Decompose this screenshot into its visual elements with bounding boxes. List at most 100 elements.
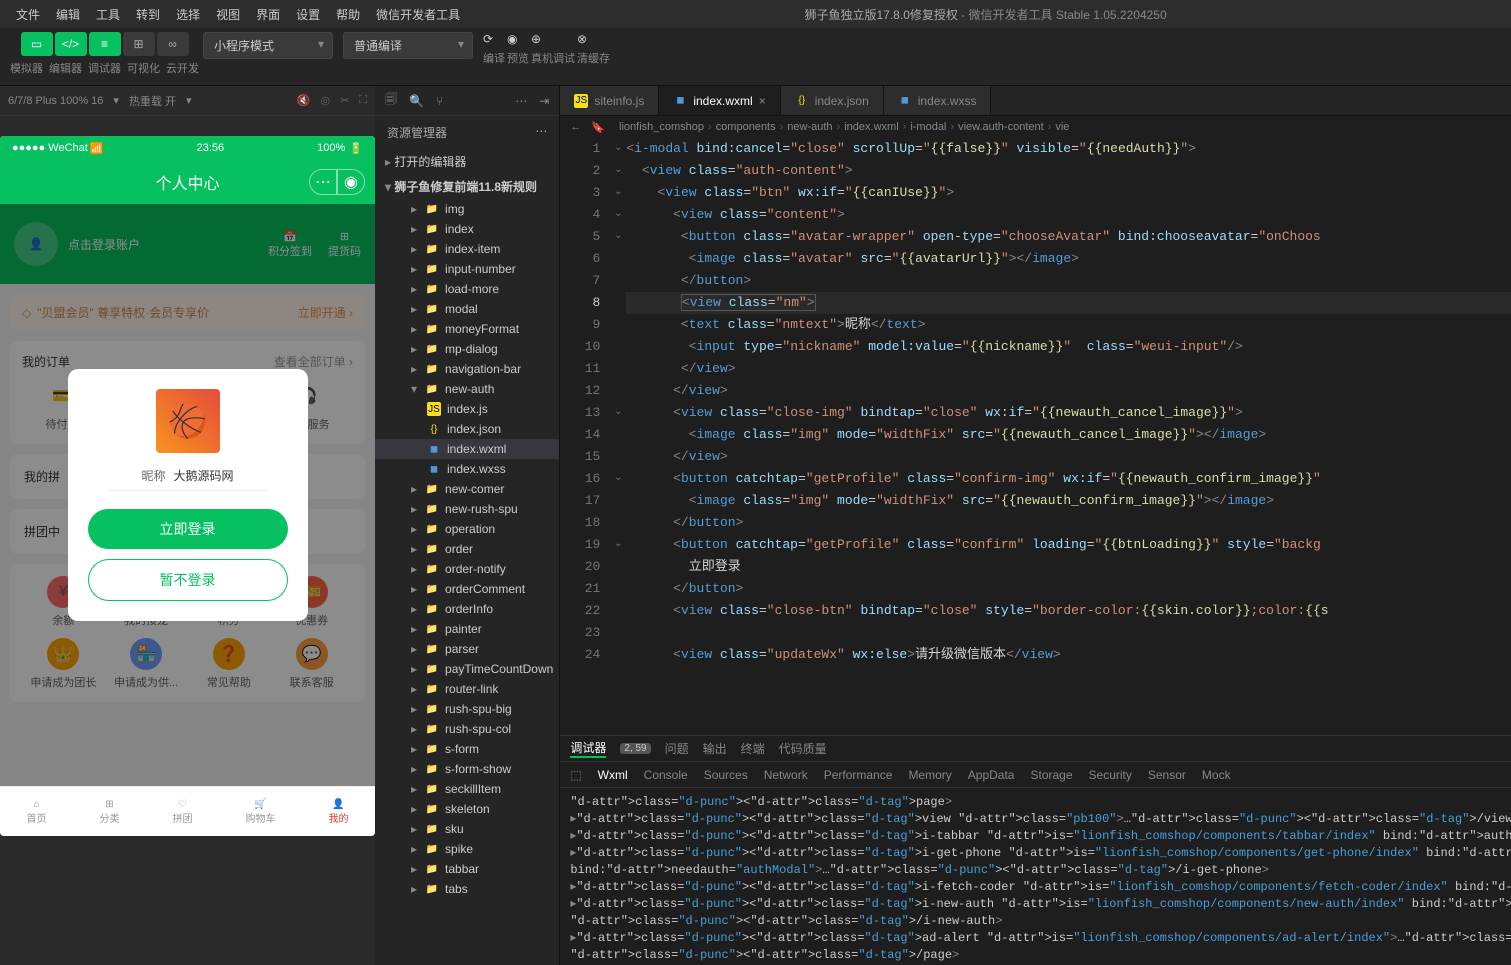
breadcrumb-item[interactable]: new-auth — [787, 121, 832, 133]
tool-appdata[interactable]: AppData — [968, 768, 1015, 782]
login-now-button[interactable]: 立即登录 — [88, 509, 288, 549]
menu-tools[interactable]: 工具 — [88, 6, 128, 23]
file-index.js[interactable]: JSindex.js — [375, 399, 559, 419]
simulator-toggle[interactable]: ▭ — [21, 32, 53, 56]
tool-mock[interactable]: Mock — [1202, 768, 1231, 782]
sim-mute-icon[interactable]: 🔇 — [297, 94, 311, 107]
tool-storage[interactable]: Storage — [1030, 768, 1072, 782]
folder-new-comer[interactable]: 📁new-comer — [375, 479, 559, 499]
mode-select[interactable]: 小程序模式 — [203, 32, 333, 59]
menu-select[interactable]: 选择 — [168, 6, 208, 23]
menu-interface[interactable]: 界面 — [248, 6, 288, 23]
explorer-menu-icon[interactable]: ⋯ — [535, 124, 547, 141]
sim-expand-icon[interactable]: ⛶ — [359, 94, 367, 107]
compile-button[interactable]: ⟳ — [483, 32, 505, 46]
menu-wxdevtools[interactable]: 微信开发者工具 — [368, 6, 468, 23]
folder-rush-spu-big[interactable]: 📁rush-spu-big — [375, 699, 559, 719]
folder-skeleton[interactable]: 📁skeleton — [375, 799, 559, 819]
folder-new-auth[interactable]: 📁new-auth — [375, 379, 559, 399]
sim-record-icon[interactable]: ◎ — [320, 94, 330, 107]
breadcrumb-item[interactable]: index.wxml — [844, 121, 898, 133]
cloud-toggle[interactable]: ∞ — [157, 32, 189, 56]
tab-me[interactable]: 👤我的 — [329, 799, 349, 825]
preview-button[interactable]: ◉ — [507, 32, 529, 46]
tab-cart[interactable]: 🛒购物车 — [246, 799, 276, 825]
explorer-branch-icon[interactable]: ⑂ — [436, 94, 443, 108]
folder-index-item[interactable]: 📁index-item — [375, 239, 559, 259]
tool-console[interactable]: Console — [644, 768, 688, 782]
menu-view[interactable]: 视图 — [208, 6, 248, 23]
folder-painter[interactable]: 📁painter — [375, 619, 559, 639]
folder-order-notify[interactable]: 📁order-notify — [375, 559, 559, 579]
tab-index.wxss[interactable]: ◼index.wxss — [884, 86, 992, 115]
tab-home[interactable]: ⌂首页 — [27, 799, 47, 825]
breadcrumb-item[interactable]: components — [716, 121, 776, 133]
folder-parser[interactable]: 📁parser — [375, 639, 559, 659]
debugger-toggle[interactable]: ≡ — [89, 32, 121, 56]
device-info[interactable]: 6/7/8 Plus 100% 16 — [8, 95, 103, 107]
tab-group[interactable]: ♡拼团 — [173, 799, 193, 825]
bc-back-icon[interactable]: ← — [570, 121, 581, 133]
breadcrumb-item[interactable]: i-modal — [910, 121, 946, 133]
modal-avatar[interactable]: 🏀 — [156, 389, 220, 453]
breadcrumb[interactable]: ← 🔖 lionfish_comshop›components›new-auth… — [560, 116, 1511, 138]
skip-login-button[interactable]: 暂不登录 — [88, 559, 288, 601]
project-root[interactable]: 狮子鱼修复前端11.8新规则 — [375, 174, 559, 199]
file-index.json[interactable]: {}index.json — [375, 419, 559, 439]
dbg-tab-output[interactable]: 输出 — [703, 740, 727, 757]
remote-debug-button[interactable]: ⊕ — [531, 32, 575, 46]
open-editors-section[interactable]: 打开的编辑器 — [375, 149, 559, 174]
editor-toggle[interactable]: </> — [55, 32, 87, 56]
file-index.wxss[interactable]: ◼index.wxss — [375, 459, 559, 479]
compile-select[interactable]: 普通编译 — [343, 32, 473, 59]
folder-rush-spu-col[interactable]: 📁rush-spu-col — [375, 719, 559, 739]
folder-img[interactable]: 📁img — [375, 199, 559, 219]
folder-tabbar[interactable]: 📁tabbar — [375, 859, 559, 879]
explorer-collapse-icon[interactable]: ⇥ — [539, 94, 549, 108]
capsule-close-icon[interactable]: ◉ — [337, 169, 365, 195]
folder-operation[interactable]: 📁operation — [375, 519, 559, 539]
sim-cut-icon[interactable]: ✂ — [340, 94, 349, 107]
dbg-tab-problems[interactable]: 问题 — [665, 740, 689, 757]
file-index.wxml[interactable]: ◼index.wxml — [375, 439, 559, 459]
folder-mp-dialog[interactable]: 📁mp-dialog — [375, 339, 559, 359]
tool-sensor[interactable]: Sensor — [1148, 768, 1186, 782]
tab-index.json[interactable]: {}index.json — [781, 86, 884, 115]
tab-index.wxml[interactable]: ◼index.wxml× — [659, 86, 780, 115]
tab-close-icon[interactable]: × — [759, 94, 766, 108]
menu-goto[interactable]: 转到 — [128, 6, 168, 23]
dbg-tab-debugger[interactable]: 调试器 — [570, 739, 606, 758]
dbg-tab-terminal[interactable]: 终端 — [741, 740, 765, 757]
menu-file[interactable]: 文件 — [8, 6, 48, 23]
explorer-search-icon[interactable]: 🔍 — [409, 94, 424, 108]
bc-bookmark-icon[interactable]: 🔖 — [591, 121, 605, 134]
folder-seckillItem[interactable]: 📁seckillItem — [375, 779, 559, 799]
folder-index[interactable]: 📁index — [375, 219, 559, 239]
inspect-icon[interactable]: ⬚ — [570, 768, 581, 782]
folder-orderComment[interactable]: 📁orderComment — [375, 579, 559, 599]
folder-input-number[interactable]: 📁input-number — [375, 259, 559, 279]
menu-edit[interactable]: 编辑 — [48, 6, 88, 23]
breadcrumb-item[interactable]: view.auth-content — [958, 121, 1044, 133]
tool-security[interactable]: Security — [1089, 768, 1132, 782]
tool-network[interactable]: Network — [764, 768, 808, 782]
dbg-tab-quality[interactable]: 代码质量 — [779, 740, 827, 757]
folder-router-link[interactable]: 📁router-link — [375, 679, 559, 699]
tool-sources[interactable]: Sources — [704, 768, 748, 782]
folder-navigation-bar[interactable]: 📁navigation-bar — [375, 359, 559, 379]
tool-performance[interactable]: Performance — [824, 768, 893, 782]
nick-value[interactable]: 大鹅源码网 — [174, 467, 234, 484]
explorer-more-icon[interactable]: ⋯ — [515, 94, 527, 108]
folder-moneyFormat[interactable]: 📁moneyFormat — [375, 319, 559, 339]
visual-toggle[interactable]: ⊞ — [123, 32, 155, 56]
menu-settings[interactable]: 设置 — [288, 6, 328, 23]
capsule-menu-icon[interactable]: ⋯ — [309, 169, 337, 195]
hotreload[interactable]: 热重载 开 — [129, 93, 176, 109]
code-editor[interactable]: 123456789101112131415161718192021222324 … — [560, 138, 1511, 735]
folder-new-rush-spu[interactable]: 📁new-rush-spu — [375, 499, 559, 519]
folder-sku[interactable]: 📁sku — [375, 819, 559, 839]
folder-modal[interactable]: 📁modal — [375, 299, 559, 319]
tab-category[interactable]: ⊞分类 — [100, 799, 120, 825]
wxml-inspector[interactable]: "d-attr">class="d-punc"><"d-attr">class=… — [560, 788, 1511, 965]
breadcrumb-item[interactable]: lionfish_comshop — [619, 121, 704, 133]
